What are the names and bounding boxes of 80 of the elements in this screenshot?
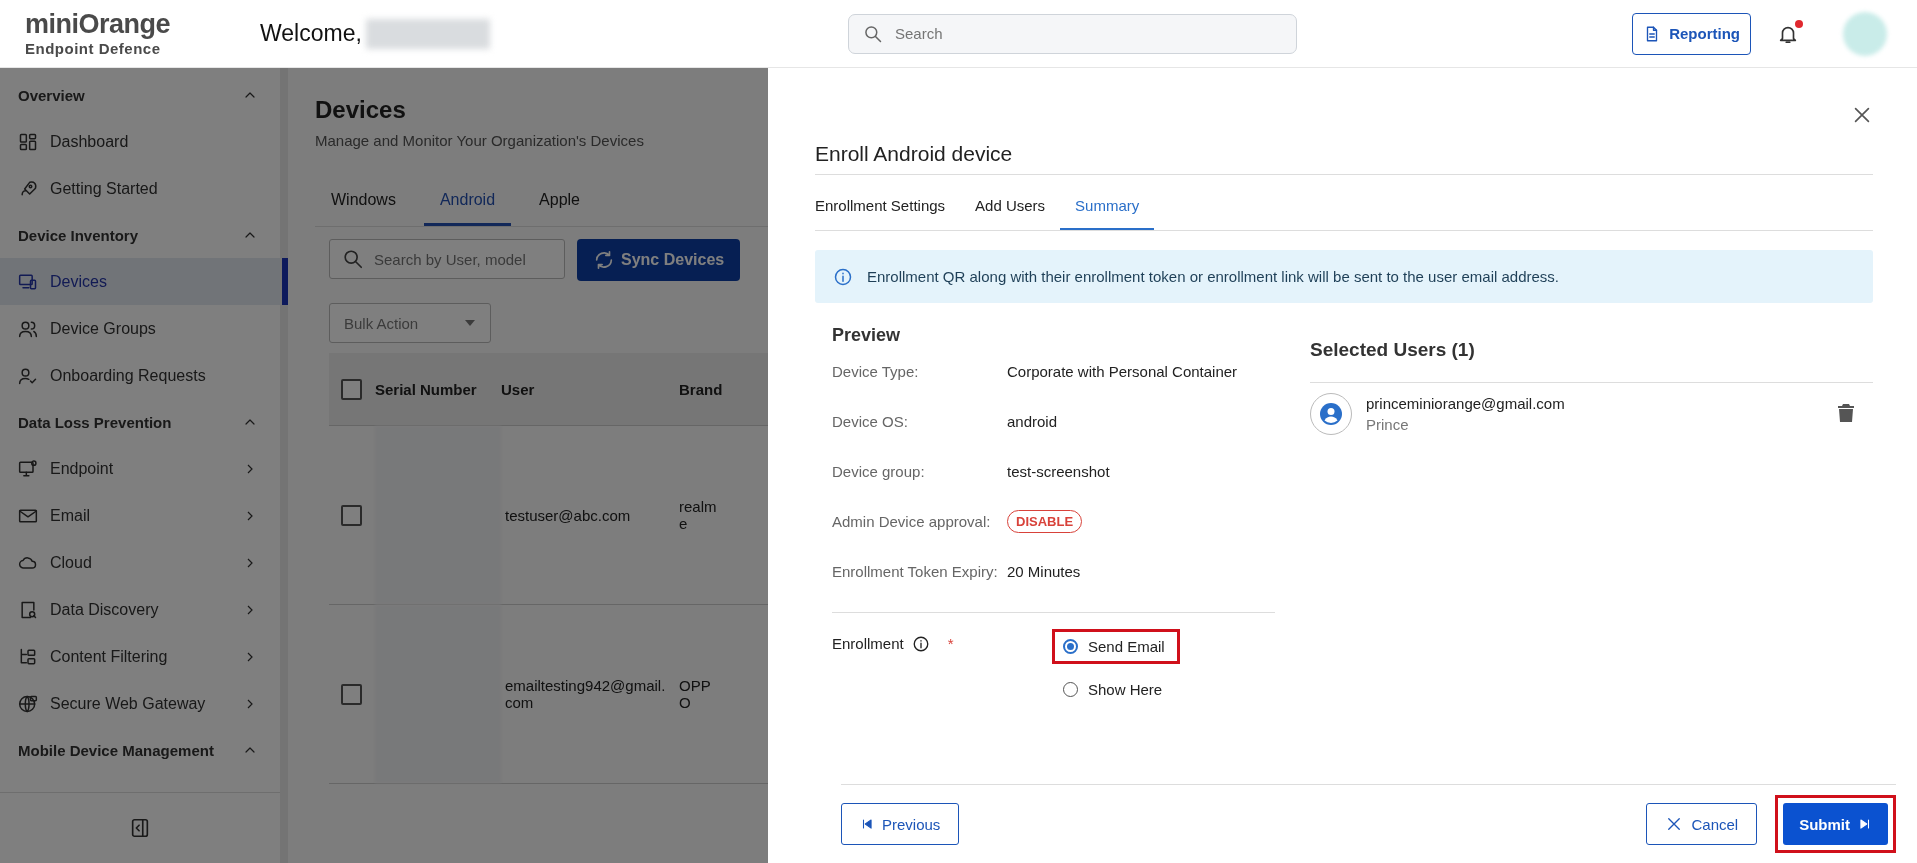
field-value: 20 Minutes <box>1007 562 1081 580</box>
os-tab[interactable]: Apple <box>523 179 596 226</box>
row-checkbox[interactable] <box>341 504 362 526</box>
page-subtitle: Manage and Monitor Your Organization's Devices <box>315 132 645 149</box>
sidebar-item[interactable]: Getting Started <box>0 165 280 212</box>
monitor-gear-icon <box>18 458 38 479</box>
row-checkbox[interactable] <box>341 683 362 705</box>
column-header: User <box>501 380 536 398</box>
select-all-checkbox[interactable] <box>341 378 362 400</box>
search-field[interactable]: Search <box>893 24 1282 43</box>
info-icon <box>833 266 853 287</box>
selected-users-title: Selected Users (1) <box>1310 317 1873 383</box>
skip-back-icon <box>860 817 874 831</box>
sidebar-item[interactable]: Email <box>0 492 280 539</box>
sidebar-section[interactable]: Device Inventory <box>0 212 280 258</box>
dashboard-icon <box>18 131 38 152</box>
sidebar-item[interactable]: Secure Web Gateway <box>0 680 280 727</box>
field-label: Admin Device approval: <box>832 512 992 530</box>
radio-option[interactable]: Send Email <box>1052 629 1180 664</box>
sync-devices-button[interactable]: Sync Devices <box>577 239 741 281</box>
previous-button[interactable]: Previous <box>841 803 960 845</box>
field-value: test-screenshot <box>1007 462 1110 480</box>
logo-subtitle: Endpoint Defence <box>25 41 161 56</box>
preview-title: Preview <box>832 324 902 346</box>
reporting-button[interactable]: Reporting <box>1632 12 1751 55</box>
bulk-action-dropdown[interactable]: Bulk Action <box>329 303 491 343</box>
collapse-sidebar-button[interactable] <box>129 817 151 839</box>
document-search-icon <box>18 599 38 620</box>
sidebar-item[interactable]: Data Discovery <box>0 586 280 633</box>
field-label: Device group: <box>832 462 926 480</box>
device-search-field[interactable]: Search by User, model <box>374 250 554 268</box>
sidebar-item[interactable]: Device Groups <box>0 305 280 352</box>
submit-button[interactable]: Submit <box>1783 803 1888 845</box>
os-tab[interactable]: Windows <box>315 179 412 226</box>
column-header: Brand <box>679 380 724 398</box>
field-value: Corporate with Personal Container <box>1007 362 1238 380</box>
search-icon <box>863 23 883 44</box>
step-tab[interactable]: Enrollment Settings <box>815 185 946 230</box>
dropdown-caret-icon <box>464 319 476 327</box>
field-value: android <box>1007 412 1058 430</box>
sidebar-item[interactable]: Onboarding Requests <box>0 352 280 399</box>
sidebar-item[interactable]: Content Filtering <box>0 633 280 680</box>
sidebar-section[interactable]: Overview <box>0 72 280 118</box>
step-tab[interactable]: Add Users <box>975 185 1046 230</box>
sidebar-item[interactable]: Endpoint <box>0 445 280 492</box>
column-header: Serial Number <box>375 380 478 398</box>
field-label: Device Type: <box>832 362 920 380</box>
table-cell-text: testuser@abc.com <box>504 506 632 524</box>
radio-button[interactable] <box>1063 639 1078 654</box>
field-label: Enrollment <box>832 635 904 652</box>
os-tab[interactable]: Android <box>423 179 512 226</box>
filter-tree-icon <box>18 646 38 667</box>
search-icon <box>342 248 364 270</box>
step-tab[interactable]: Summary <box>1060 185 1155 230</box>
table-cell-text: realme <box>679 498 718 532</box>
cancel-button[interactable]: Cancel <box>1646 803 1758 845</box>
required-mark: * <box>947 635 954 652</box>
sync-icon <box>593 249 615 271</box>
sidebar-item[interactable]: Dashboard <box>0 118 280 165</box>
user-name: Prince <box>1366 416 1410 433</box>
info-text: Enrollment QR along with their enrollment token or enrollment link will be sent to the user email address. <box>867 268 1559 285</box>
page-title: Devices <box>315 96 407 124</box>
sidebar-item[interactable]: Cloud <box>0 539 280 586</box>
globe-lock-icon <box>18 693 38 714</box>
info-icon <box>911 635 930 653</box>
table-cell-text: emailtesting942@gmail.com <box>504 677 667 711</box>
search-box[interactable]: Search <box>848 13 1297 54</box>
sidebar-section[interactable]: Mobile Device Management <box>0 727 280 773</box>
drawer-title: Enroll Android device <box>815 126 1873 175</box>
collapse-icon <box>129 817 151 839</box>
logo: miniOrange <box>25 11 171 38</box>
welcome-text: Welcome, <box>260 20 362 47</box>
skip-forward-icon <box>1858 817 1872 831</box>
sidebar-section[interactable]: Data Loss Prevention <box>0 399 280 445</box>
user-email: princeminiorange@gmail.com <box>1366 395 1566 412</box>
field-label: Enrollment Token Expiry: <box>832 562 999 580</box>
table-cell-text: OPPO <box>679 677 712 711</box>
device-search-box[interactable]: Search by User, model <box>329 239 565 279</box>
field-label: Device OS: <box>832 412 909 430</box>
radio-option[interactable]: Show Here <box>1052 672 1180 707</box>
